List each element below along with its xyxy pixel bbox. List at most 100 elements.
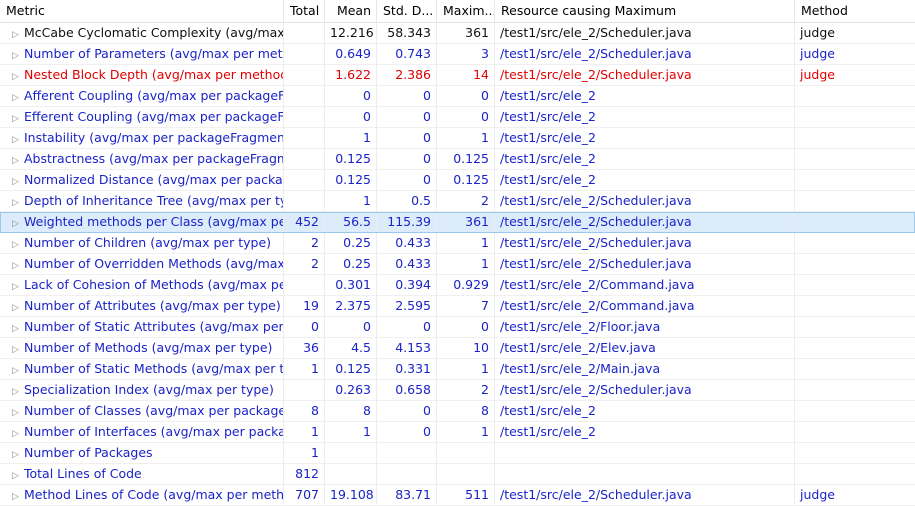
expand-arrow-icon[interactable]: ▷ (12, 109, 24, 127)
mean-cell: 1 (325, 422, 377, 442)
maximum-cell: 2 (437, 191, 495, 211)
column-header-metric[interactable]: Metric (0, 0, 284, 22)
method-cell (795, 107, 915, 127)
table-row[interactable]: ▷ Method Lines of Code (avg/max per meth 7… (0, 485, 915, 506)
table-row[interactable]: ▷ Number of Children (avg/max per type) 2 0… (0, 233, 915, 254)
resource-cell: /test1/src/ele_2/Scheduler.java (495, 212, 795, 232)
expand-arrow-icon[interactable]: ▷ (12, 235, 24, 253)
table-row[interactable]: ▷ Total Lines of Code 812 (0, 464, 915, 485)
std-dev-cell: 2.386 (377, 65, 437, 85)
expand-arrow-icon[interactable]: ▷ (12, 151, 24, 169)
method-cell (795, 254, 915, 274)
maximum-cell: 361 (437, 23, 495, 43)
metric-label: Number of Interfaces (avg/max per packa (24, 424, 284, 439)
metric-label: Total Lines of Code (24, 466, 142, 481)
method-cell (795, 401, 915, 421)
table-row[interactable]: ▷ Lack of Cohesion of Methods (avg/max pe… (0, 275, 915, 296)
maximum-cell (437, 464, 495, 484)
expand-arrow-icon[interactable]: ▷ (12, 193, 24, 211)
maximum-cell: 8 (437, 401, 495, 421)
expand-arrow-icon[interactable]: ▷ (12, 382, 24, 400)
expand-arrow-icon[interactable]: ▷ (12, 319, 24, 337)
expand-arrow-icon[interactable]: ▷ (12, 67, 24, 85)
metric-label: Number of Overridden Methods (avg/max (24, 256, 284, 271)
table-row[interactable]: ▷ Number of Static Attributes (avg/max pe… (0, 317, 915, 338)
expand-arrow-icon[interactable]: ▷ (12, 172, 24, 190)
expand-arrow-icon[interactable]: ▷ (12, 46, 24, 64)
expand-arrow-icon[interactable]: ▷ (12, 445, 24, 463)
table-row[interactable]: ▷ Number of Overridden Methods (avg/max 2 0… (0, 254, 915, 275)
table-row[interactable]: ▷ Number of Parameters (avg/max per meth 0… (0, 44, 915, 65)
expand-arrow-icon[interactable]: ▷ (12, 298, 24, 316)
table-row[interactable]: ▷ Number of Packages 1 (0, 443, 915, 464)
expand-arrow-icon[interactable]: ▷ (12, 214, 24, 232)
mean-cell: 0.649 (325, 44, 377, 64)
total-cell (284, 86, 325, 106)
table-row[interactable]: ▷ Number of Attributes (avg/max per type)… (0, 296, 915, 317)
expand-arrow-icon[interactable]: ▷ (12, 277, 24, 295)
column-header-method[interactable]: Method (795, 0, 915, 22)
total-cell (284, 128, 325, 148)
metric-cell: ▷ Number of Methods (avg/max per type) (0, 338, 284, 358)
table-row[interactable]: ▷ Instability (avg/max per packageFragmen… (0, 128, 915, 149)
table-row[interactable]: ▷ Nested Block Depth (avg/max per method 1… (0, 65, 915, 86)
expand-arrow-icon[interactable]: ▷ (12, 403, 24, 421)
table-header: Metric Total Mean Std. D... Maxim... Res… (0, 0, 915, 23)
metric-cell: ▷ McCabe Cyclomatic Complexity (avg/max (0, 23, 284, 43)
expand-arrow-icon[interactable]: ▷ (12, 340, 24, 358)
column-header-maximum[interactable]: Maxim... (437, 0, 495, 22)
metric-cell: ▷ Lack of Cohesion of Methods (avg/max pe (0, 275, 284, 295)
table-row[interactable]: ▷ Specialization Index (avg/max per type)… (0, 380, 915, 401)
maximum-cell: 0.125 (437, 149, 495, 169)
resource-cell: /test1/src/ele_2/Scheduler.java (495, 23, 795, 43)
expand-arrow-icon[interactable]: ▷ (12, 25, 24, 43)
method-cell: judge (800, 67, 835, 82)
std-dev-cell: 0.5 (377, 191, 437, 211)
mean-cell: 0.125 (325, 170, 377, 190)
std-dev-cell: 115.39 (377, 212, 437, 232)
column-header-mean[interactable]: Mean (325, 0, 377, 22)
table-row[interactable]: ▷ Abstractness (avg/max per packageFragm 0… (0, 149, 915, 170)
resource-cell: /test1/src/ele_2/Scheduler.java (495, 380, 795, 400)
std-dev-cell: 4.153 (377, 338, 437, 358)
total-cell: 1 (284, 443, 325, 463)
metric-cell: ▷ Number of Interfaces (avg/max per packa (0, 422, 284, 442)
metric-label: Number of Static Methods (avg/max per t (24, 361, 284, 376)
table-row[interactable]: ▷ Number of Static Methods (avg/max per t… (0, 359, 915, 380)
method-cell (795, 443, 915, 463)
total-cell (284, 65, 325, 85)
table-row[interactable]: ▷ Efferent Coupling (avg/max per packageF… (0, 107, 915, 128)
method-cell (795, 212, 915, 232)
table-row[interactable]: ▷ Weighted methods per Class (avg/max pe 4… (0, 212, 915, 233)
resource-cell: /test1/src/ele_2/Scheduler.java (495, 44, 795, 64)
table-row[interactable]: ▷ Number of Methods (avg/max per type) 36 4… (0, 338, 915, 359)
table-row[interactable]: ▷ Normalized Distance (avg/max per packag… (0, 170, 915, 191)
expand-arrow-icon[interactable]: ▷ (12, 130, 24, 148)
column-header-resource[interactable]: Resource causing Maximum (495, 0, 795, 22)
metric-cell: ▷ Method Lines of Code (avg/max per meth (0, 485, 284, 505)
table-row[interactable]: ▷ McCabe Cyclomatic Complexity (avg/max 12… (0, 23, 915, 44)
table-row[interactable]: ▷ Number of Classes (avg/max per package 8… (0, 401, 915, 422)
std-dev-cell: 2.595 (377, 296, 437, 316)
expand-arrow-icon[interactable]: ▷ (12, 424, 24, 442)
column-header-total[interactable]: Total (284, 0, 325, 22)
method-cell (795, 128, 915, 148)
table-row[interactable]: ▷ Number of Interfaces (avg/max per packa… (0, 422, 915, 443)
expand-arrow-icon[interactable]: ▷ (12, 361, 24, 379)
std-dev-cell: 0 (377, 107, 437, 127)
method-cell: judge (800, 487, 835, 502)
metric-label: Number of Packages (24, 445, 153, 460)
table-row[interactable]: ▷ Afferent Coupling (avg/max per packageF… (0, 86, 915, 107)
metric-cell: ▷ Abstractness (avg/max per packageFragm (0, 149, 284, 169)
expand-arrow-icon[interactable]: ▷ (12, 466, 24, 484)
column-header-std-dev[interactable]: Std. D... (377, 0, 437, 22)
metric-cell: ▷ Total Lines of Code (0, 464, 284, 484)
method-cell: judge (800, 25, 835, 40)
metric-label: Nested Block Depth (avg/max per method (24, 67, 284, 82)
resource-cell: /test1/src/ele_2 (495, 170, 795, 190)
table-row[interactable]: ▷ Depth of Inheritance Tree (avg/max per … (0, 191, 915, 212)
expand-arrow-icon[interactable]: ▷ (12, 487, 24, 505)
expand-arrow-icon[interactable]: ▷ (12, 88, 24, 106)
expand-arrow-icon[interactable]: ▷ (12, 256, 24, 274)
metric-label: Specialization Index (avg/max per type) (24, 382, 274, 397)
